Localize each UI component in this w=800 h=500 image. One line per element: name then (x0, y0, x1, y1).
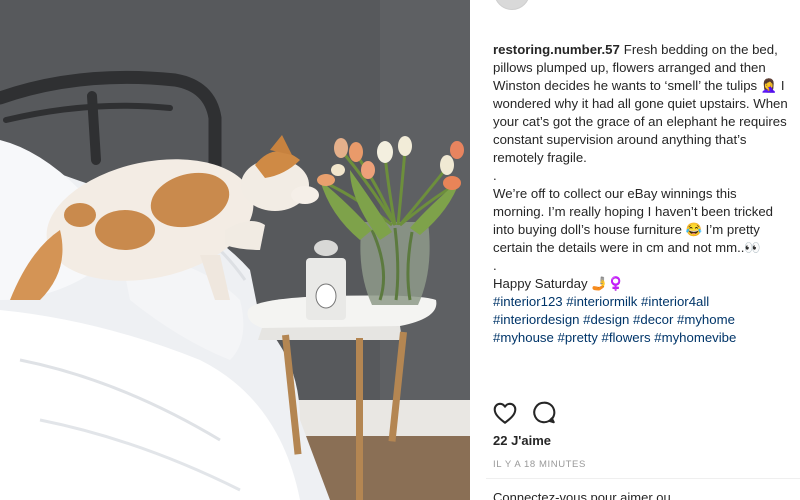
divider (486, 478, 800, 479)
like-count[interactable]: 22 J'aime (493, 433, 551, 448)
comment-icon[interactable] (531, 400, 557, 426)
post-timestamp[interactable]: IL Y A 18 MINUTES (493, 459, 586, 470)
hashtags[interactable]: #interior123 #interiormilk #interior4all… (493, 293, 791, 347)
caption-paragraph-1: restoring.number.57 Fresh bedding on the … (493, 41, 791, 167)
caption-paragraph-3: Happy Saturday 🤳♀️ (493, 276, 625, 291)
post-details-panel: restoring.number.57 Fresh bedding on the … (470, 0, 800, 500)
caption-scroll-area[interactable]: restoring.number.57 Fresh bedding on the … (470, 0, 800, 388)
login-prompt[interactable]: Connectez-vous pour aimer ou (493, 490, 671, 500)
caption-text-1: Fresh bedding on the bed, pillows plumpe… (493, 42, 788, 165)
caption-paragraph-2: We’re off to collect our eBay winnings t… (493, 186, 774, 255)
caption-dot-2: . (493, 258, 497, 273)
caption-dot-1: . (493, 168, 497, 183)
post-photo[interactable] (0, 0, 470, 500)
username-link[interactable]: restoring.number.57 (493, 42, 620, 57)
post-caption: restoring.number.57 Fresh bedding on the … (493, 41, 791, 347)
photo-scene (0, 0, 470, 500)
heart-icon[interactable] (492, 400, 518, 426)
